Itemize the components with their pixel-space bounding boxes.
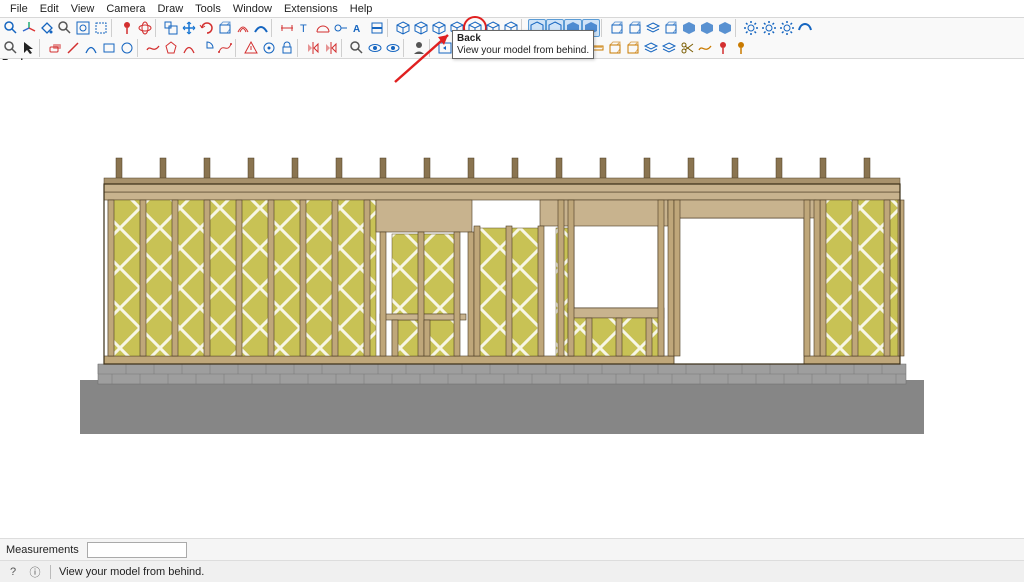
- menu-tools[interactable]: Tools: [189, 2, 227, 16]
- ext-curve-icon[interactable]: [696, 39, 714, 57]
- front-view-icon[interactable]: [430, 19, 448, 37]
- ext-layer-icon[interactable]: [642, 39, 660, 57]
- axis-red-icon[interactable]: [118, 19, 136, 37]
- menu-view[interactable]: View: [65, 2, 101, 16]
- orbit-icon[interactable]: [136, 19, 154, 37]
- menu-file[interactable]: File: [4, 2, 34, 16]
- freehand-icon[interactable]: [144, 39, 162, 57]
- menu-bar: File Edit View Camera Draw Tools Window …: [0, 0, 1024, 18]
- 2pt-arc-icon[interactable]: [180, 39, 198, 57]
- arc-icon[interactable]: [82, 39, 100, 57]
- polygon-icon[interactable]: [162, 39, 180, 57]
- gear3-icon[interactable]: [778, 19, 796, 37]
- ext-mark1-icon[interactable]: [714, 39, 732, 57]
- box2-icon[interactable]: [626, 19, 644, 37]
- ext-scissors-icon[interactable]: [678, 39, 696, 57]
- layers-icon[interactable]: [644, 19, 662, 37]
- eraser-icon[interactable]: [46, 39, 64, 57]
- lock-icon[interactable]: [278, 39, 296, 57]
- gear1-icon[interactable]: [742, 19, 760, 37]
- solid1-icon[interactable]: [680, 19, 698, 37]
- measurements-label: Measurements: [6, 544, 79, 556]
- line-icon[interactable]: [64, 39, 82, 57]
- search-icon[interactable]: [56, 19, 74, 37]
- gear2-icon[interactable]: [760, 19, 778, 37]
- menu-window[interactable]: Window: [227, 2, 278, 16]
- tool-zoom-icon[interactable]: [348, 39, 366, 57]
- info-icon[interactable]: ⓘ: [28, 565, 42, 579]
- flip2-icon[interactable]: [322, 39, 340, 57]
- protractor-icon[interactable]: [314, 19, 332, 37]
- dim-icon[interactable]: [278, 19, 296, 37]
- model-back-elevation: [80, 148, 924, 434]
- iso-view-icon[interactable]: [394, 19, 412, 37]
- scale-icon[interactable]: [162, 19, 180, 37]
- top-view-icon[interactable]: [412, 19, 430, 37]
- flip1-icon[interactable]: [304, 39, 322, 57]
- circle-icon[interactable]: [118, 39, 136, 57]
- tooltip-title: Back: [457, 33, 589, 44]
- bezier-icon[interactable]: [216, 39, 234, 57]
- tooltip-body: View your model from behind.: [457, 45, 589, 56]
- menu-extensions[interactable]: Extensions: [278, 2, 344, 16]
- offset-icon[interactable]: [234, 19, 252, 37]
- zoom-window-icon[interactable]: [92, 19, 110, 37]
- look-icon[interactable]: [384, 39, 402, 57]
- entity-info-icon[interactable]: [662, 19, 680, 37]
- tape-icon[interactable]: [332, 19, 350, 37]
- ext-layer2-icon[interactable]: [660, 39, 678, 57]
- warn-icon[interactable]: [242, 39, 260, 57]
- status-bar: ? ⓘ View your model from behind.: [0, 560, 1024, 582]
- rect-icon[interactable]: [100, 39, 118, 57]
- magnify-icon[interactable]: [2, 19, 20, 37]
- status-text: View your model from behind.: [59, 566, 204, 578]
- section-icon[interactable]: [368, 19, 386, 37]
- solid3-icon[interactable]: [716, 19, 734, 37]
- menu-edit[interactable]: Edit: [34, 2, 65, 16]
- help-icon[interactable]: ?: [6, 565, 20, 579]
- extension-icon[interactable]: [796, 19, 814, 37]
- 3dtext-icon[interactable]: [350, 19, 368, 37]
- measurements-input[interactable]: [87, 542, 187, 558]
- measurements-bar: Measurements: [0, 538, 1024, 560]
- zoom-icon[interactable]: [2, 39, 20, 57]
- menu-help[interactable]: Help: [344, 2, 379, 16]
- box1-icon[interactable]: [608, 19, 626, 37]
- ext-box-icon[interactable]: [606, 39, 624, 57]
- axes-icon[interactable]: [20, 19, 38, 37]
- pie-icon[interactable]: [198, 39, 216, 57]
- ext-mark2-icon[interactable]: [732, 39, 750, 57]
- followme-icon[interactable]: [252, 19, 270, 37]
- paint-icon[interactable]: [38, 19, 56, 37]
- viewport[interactable]: [0, 60, 1024, 538]
- solid2-icon[interactable]: [698, 19, 716, 37]
- zoom-extents-icon[interactable]: [74, 19, 92, 37]
- tooltip-back-view: Back View your model from behind.: [452, 30, 594, 59]
- select-icon[interactable]: [20, 39, 38, 57]
- move-icon[interactable]: [180, 19, 198, 37]
- target-icon[interactable]: [260, 39, 278, 57]
- menu-camera[interactable]: Camera: [100, 2, 151, 16]
- rotate-icon[interactable]: [198, 19, 216, 37]
- profile-icon[interactable]: [410, 39, 428, 57]
- ext-box2-icon[interactable]: [624, 39, 642, 57]
- menu-draw[interactable]: Draw: [151, 2, 189, 16]
- walk-icon[interactable]: [366, 39, 384, 57]
- text-icon[interactable]: [296, 19, 314, 37]
- pushpull-icon[interactable]: [216, 19, 234, 37]
